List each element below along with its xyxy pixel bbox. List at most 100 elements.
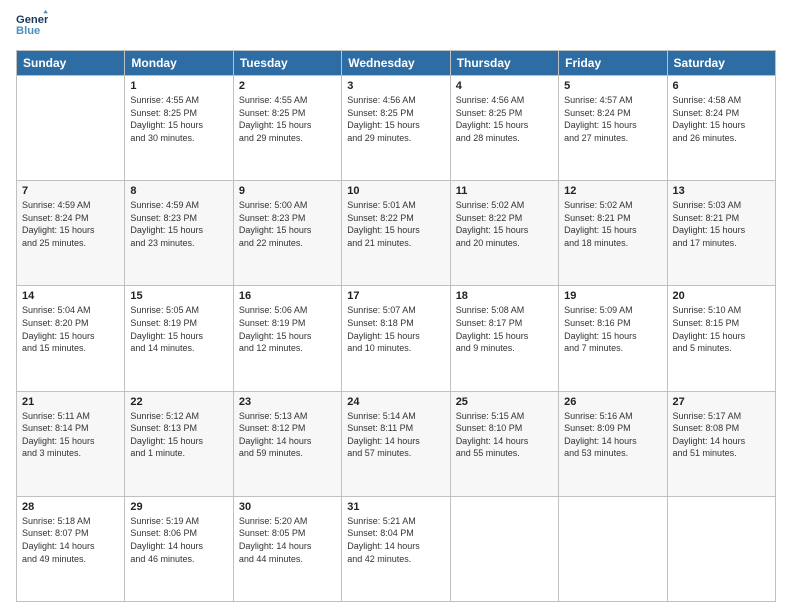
day-number: 30 (239, 501, 336, 513)
calendar-page: GeneralBlue SundayMondayTuesdayWednesday… (0, 0, 792, 612)
day-number: 22 (130, 396, 227, 408)
calendar-week-row: 21 Sunrise: 5:11 AMSunset: 8:14 PMDayligh… (17, 391, 776, 496)
calendar-week-row: 28 Sunrise: 5:18 AMSunset: 8:07 PMDayligh… (17, 496, 776, 601)
day-number: 31 (347, 501, 444, 513)
cell-content: Sunrise: 5:12 AMSunset: 8:13 PMDaylight:… (130, 410, 227, 460)
calendar-day-27: 27Sunrise: 5:17 AMSunset: 8:08 PMDayligh… (667, 391, 775, 496)
cell-content: Sunrise: 5:00 AMSunset: 8:23 PMDaylight:… (239, 199, 336, 249)
calendar-day-31: 31 Sunrise: 5:21 AMSunset: 8:04 PMDayligh… (342, 496, 450, 601)
weekday-header-tuesday: Tuesday (233, 51, 341, 76)
calendar-day-23: 23Sunrise: 5:13 AMSunset: 8:12 PMDayligh… (233, 391, 341, 496)
calendar-week-row: 1 Sunrise: 4:55 AMSunset: 8:25 PMDaylight… (17, 76, 776, 181)
calendar-day-13: 13 Sunrise: 5:03 AMSunset: 8:21 PMDayligh… (667, 181, 775, 286)
calendar-day-4: 4 Sunrise: 4:56 AMSunset: 8:25 PMDaylight… (450, 76, 558, 181)
calendar-day-16: 16 Sunrise: 5:06 AMSunset: 8:19 PMDayligh… (233, 286, 341, 391)
day-number: 2 (239, 80, 336, 92)
calendar-day-2: 2Sunrise: 4:55 AMSunset: 8:25 PMDaylight… (233, 76, 341, 181)
day-number: 7 (22, 185, 119, 197)
cell-content: Sunrise: 4:58 AMSunset: 8:24 PMDaylight:… (673, 94, 770, 144)
header: GeneralBlue (16, 10, 776, 42)
calendar-day-14: 14Sunrise: 5:04 AMSunset: 8:20 PMDayligh… (17, 286, 125, 391)
cell-content: Sunrise: 5:01 AMSunset: 8:22 PMDaylight:… (347, 199, 444, 249)
empty-cell (17, 76, 125, 181)
weekday-header-thursday: Thursday (450, 51, 558, 76)
cell-content: Sunrise: 5:02 AMSunset: 8:21 PMDaylight:… (564, 199, 661, 249)
logo: GeneralBlue (16, 10, 48, 42)
day-number: 28 (22, 501, 119, 513)
cell-content: Sunrise: 4:59 AMSunset: 8:23 PMDaylight:… (130, 199, 227, 249)
calendar-day-6: 6 Sunrise: 4:58 AMSunset: 8:24 PMDaylight… (667, 76, 775, 181)
cell-content: Sunrise: 5:09 AMSunset: 8:16 PMDaylight:… (564, 304, 661, 354)
empty-cell (450, 496, 558, 601)
cell-content: Sunrise: 5:08 AMSunset: 8:17 PMDaylight:… (456, 304, 553, 354)
day-number: 20 (673, 290, 770, 302)
day-number: 6 (673, 80, 770, 92)
calendar-day-26: 26Sunrise: 5:16 AMSunset: 8:09 PMDayligh… (559, 391, 667, 496)
calendar-day-8: 8 Sunrise: 4:59 AMSunset: 8:23 PMDaylight… (125, 181, 233, 286)
day-number: 29 (130, 501, 227, 513)
day-number: 16 (239, 290, 336, 302)
cell-content: Sunrise: 5:18 AMSunset: 8:07 PMDaylight:… (22, 515, 119, 565)
calendar-day-22: 22 Sunrise: 5:12 AMSunset: 8:13 PMDayligh… (125, 391, 233, 496)
calendar-day-19: 19Sunrise: 5:09 AMSunset: 8:16 PMDayligh… (559, 286, 667, 391)
cell-content: Sunrise: 5:05 AMSunset: 8:19 PMDaylight:… (130, 304, 227, 354)
day-number: 11 (456, 185, 553, 197)
day-number: 18 (456, 290, 553, 302)
svg-text:Blue: Blue (16, 25, 40, 37)
cell-content: Sunrise: 5:11 AMSunset: 8:14 PMDaylight:… (22, 410, 119, 460)
day-number: 26 (564, 396, 661, 408)
day-number: 24 (347, 396, 444, 408)
day-number: 8 (130, 185, 227, 197)
calendar-day-12: 12 Sunrise: 5:02 AMSunset: 8:21 PMDayligh… (559, 181, 667, 286)
cell-content: Sunrise: 5:06 AMSunset: 8:19 PMDaylight:… (239, 304, 336, 354)
empty-cell (667, 496, 775, 601)
day-number: 4 (456, 80, 553, 92)
day-number: 9 (239, 185, 336, 197)
day-number: 10 (347, 185, 444, 197)
calendar-day-17: 17 Sunrise: 5:07 AMSunset: 8:18 PMDayligh… (342, 286, 450, 391)
calendar-day-7: 7 Sunrise: 4:59 AMSunset: 8:24 PMDaylight… (17, 181, 125, 286)
calendar-day-9: 9 Sunrise: 5:00 AMSunset: 8:23 PMDaylight… (233, 181, 341, 286)
svg-text:General: General (16, 14, 48, 26)
cell-content: Sunrise: 5:03 AMSunset: 8:21 PMDaylight:… (673, 199, 770, 249)
calendar-day-3: 3Sunrise: 4:56 AMSunset: 8:25 PMDaylight… (342, 76, 450, 181)
day-number: 23 (239, 396, 336, 408)
empty-cell (559, 496, 667, 601)
calendar-week-row: 14Sunrise: 5:04 AMSunset: 8:20 PMDayligh… (17, 286, 776, 391)
calendar-table: SundayMondayTuesdayWednesdayThursdayFrid… (16, 50, 776, 602)
weekday-header-friday: Friday (559, 51, 667, 76)
calendar-day-10: 10 Sunrise: 5:01 AMSunset: 8:22 PMDayligh… (342, 181, 450, 286)
cell-content: Sunrise: 4:55 AMSunset: 8:25 PMDaylight:… (130, 94, 227, 144)
calendar-day-18: 18 Sunrise: 5:08 AMSunset: 8:17 PMDayligh… (450, 286, 558, 391)
day-number: 15 (130, 290, 227, 302)
calendar-day-15: 15 Sunrise: 5:05 AMSunset: 8:19 PMDayligh… (125, 286, 233, 391)
cell-content: Sunrise: 5:19 AMSunset: 8:06 PMDaylight:… (130, 515, 227, 565)
weekday-header-saturday: Saturday (667, 51, 775, 76)
day-number: 5 (564, 80, 661, 92)
cell-content: Sunrise: 4:56 AMSunset: 8:25 PMDaylight:… (347, 94, 444, 144)
calendar-day-20: 20 Sunrise: 5:10 AMSunset: 8:15 PMDayligh… (667, 286, 775, 391)
cell-content: Sunrise: 5:14 AMSunset: 8:11 PMDaylight:… (347, 410, 444, 460)
cell-content: Sunrise: 5:15 AMSunset: 8:10 PMDaylight:… (456, 410, 553, 460)
cell-content: Sunrise: 5:07 AMSunset: 8:18 PMDaylight:… (347, 304, 444, 354)
day-number: 17 (347, 290, 444, 302)
cell-content: Sunrise: 5:04 AMSunset: 8:20 PMDaylight:… (22, 304, 119, 354)
day-number: 1 (130, 80, 227, 92)
weekday-header-wednesday: Wednesday (342, 51, 450, 76)
calendar-day-28: 28 Sunrise: 5:18 AMSunset: 8:07 PMDayligh… (17, 496, 125, 601)
calendar-day-5: 5Sunrise: 4:57 AMSunset: 8:24 PMDaylight… (559, 76, 667, 181)
cell-content: Sunrise: 4:56 AMSunset: 8:25 PMDaylight:… (456, 94, 553, 144)
day-number: 27 (673, 396, 770, 408)
day-number: 21 (22, 396, 119, 408)
logo-icon: GeneralBlue (16, 10, 48, 42)
calendar-day-24: 24 Sunrise: 5:14 AMSunset: 8:11 PMDayligh… (342, 391, 450, 496)
day-number: 13 (673, 185, 770, 197)
calendar-week-row: 7 Sunrise: 4:59 AMSunset: 8:24 PMDaylight… (17, 181, 776, 286)
calendar-day-30: 30Sunrise: 5:20 AMSunset: 8:05 PMDayligh… (233, 496, 341, 601)
cell-content: Sunrise: 4:59 AMSunset: 8:24 PMDaylight:… (22, 199, 119, 249)
cell-content: Sunrise: 5:21 AMSunset: 8:04 PMDaylight:… (347, 515, 444, 565)
calendar-day-25: 25Sunrise: 5:15 AMSunset: 8:10 PMDayligh… (450, 391, 558, 496)
day-number: 12 (564, 185, 661, 197)
cell-content: Sunrise: 5:10 AMSunset: 8:15 PMDaylight:… (673, 304, 770, 354)
calendar-day-11: 11Sunrise: 5:02 AMSunset: 8:22 PMDayligh… (450, 181, 558, 286)
